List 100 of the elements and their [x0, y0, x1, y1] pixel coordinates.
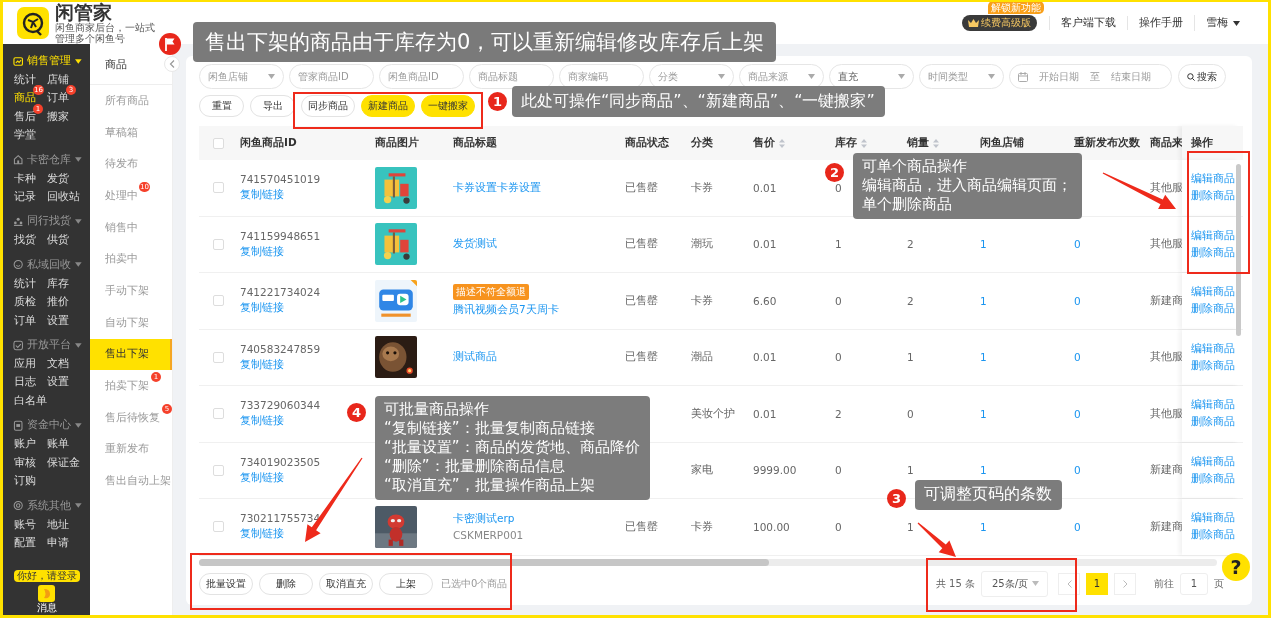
menu-item[interactable]: 订单 [47, 88, 69, 107]
republish-count-link[interactable]: 0 [1074, 238, 1081, 251]
menu-item[interactable]: 白名单 [14, 390, 47, 410]
shop-count-link[interactable]: 1 [980, 464, 987, 477]
checkbox[interactable] [213, 521, 224, 533]
menu-item[interactable]: 售后 [14, 106, 36, 126]
menu-item[interactable]: 记录 [14, 187, 36, 206]
row-action-link[interactable]: 编辑商品 [1191, 228, 1235, 243]
checkbox[interactable] [213, 464, 224, 476]
republish-count-link[interactable]: 0 [1074, 407, 1081, 420]
dropdown[interactable]: 闲鱼店铺 [199, 64, 284, 89]
row-action-link[interactable]: 删除商品 [1191, 189, 1235, 204]
scrollbar[interactable] [1236, 164, 1241, 336]
dropdown[interactable]: 时间类型 [919, 64, 1004, 89]
menu-section[interactable]: 开放平台 [3, 336, 90, 355]
product-title-link[interactable]: 卡券设置卡券设置 [453, 180, 541, 195]
menu-item[interactable]: 申请 [47, 532, 69, 552]
row-action-link[interactable]: 删除商品 [1191, 245, 1235, 260]
menu-item[interactable]: 账号 [14, 514, 36, 533]
collapse-button[interactable] [164, 56, 180, 72]
menu-item[interactable]: 订购 [14, 471, 36, 490]
product-title-link[interactable]: 发货测试 [453, 237, 497, 252]
page-button[interactable]: 1 [1086, 572, 1108, 595]
republish-count-link[interactable]: 0 [1074, 294, 1081, 307]
message-label[interactable]: 消息 [36, 602, 57, 613]
menu-item[interactable]: 地址 [47, 514, 69, 533]
menu-section[interactable]: 私域回收 [3, 255, 90, 274]
checkbox[interactable] [213, 182, 224, 194]
menu-item[interactable]: 质检 [14, 292, 36, 311]
menu-section[interactable]: 资金中心 [3, 416, 90, 435]
row-action-link[interactable]: 删除商品 [1191, 358, 1235, 373]
checkbox[interactable] [213, 408, 224, 420]
menu-item[interactable]: 库存 [47, 273, 69, 293]
upgrade-button[interactable]: 续费高级版 [962, 15, 1037, 31]
batch-button[interactable]: 删除 [259, 572, 313, 595]
menu-item[interactable]: 日志 [14, 372, 36, 391]
menu-item[interactable]: 搬家 [47, 106, 69, 126]
column-header[interactable]: 库存 [835, 136, 867, 150]
row-action-link[interactable]: 删除商品 [1191, 302, 1235, 317]
prev-page-button[interactable] [1058, 572, 1080, 595]
subnav-item[interactable]: 草稿箱 [90, 116, 172, 149]
menu-item[interactable]: 卡种 [14, 168, 36, 188]
menu-item[interactable]: 商品 [14, 88, 36, 107]
action-button[interactable]: 一键搬家 [421, 95, 475, 117]
row-action-link[interactable]: 编辑商品 [1191, 511, 1235, 526]
menu-item[interactable]: 账户 [14, 434, 36, 453]
action-button[interactable]: 同步商品 [301, 95, 355, 117]
subnav-item[interactable]: 所有商品 [90, 85, 172, 117]
date-range-field[interactable]: 开始日期 至 结束日期 [1009, 64, 1172, 89]
checkbox[interactable] [213, 238, 224, 250]
menu-item[interactable]: 设置 [47, 310, 69, 330]
copy-link[interactable]: 复制链接 [240, 527, 284, 542]
menu-item[interactable]: 订单 [14, 310, 36, 330]
subnav-item[interactable]: 拍卖中 [90, 243, 172, 276]
menu-item[interactable]: 审核 [14, 452, 36, 472]
text-field[interactable]: 管家商品ID [289, 64, 374, 89]
product-title-link[interactable]: 卡密测试erp [453, 512, 515, 527]
checkbox[interactable] [213, 351, 224, 363]
action-button[interactable]: 新建商品 [361, 95, 415, 117]
subnav-item[interactable]: 待发布 [90, 148, 172, 181]
search-button[interactable]: 搜索 [1178, 64, 1226, 89]
user-menu[interactable]: 雪梅 [1194, 15, 1246, 31]
menu-item[interactable]: 账单 [47, 434, 69, 453]
header-link[interactable]: 操作手册 [1127, 16, 1194, 30]
menu-item[interactable]: 找货 [14, 230, 36, 249]
row-action-link[interactable]: 删除商品 [1191, 415, 1235, 430]
row-action-link[interactable]: 删除商品 [1191, 528, 1235, 543]
menu-item[interactable]: 文档 [47, 354, 69, 373]
action-button[interactable]: 重置 [199, 95, 244, 117]
subnav-item[interactable]: 重新发布 [90, 433, 172, 466]
subnav-item[interactable]: 自动下架 [90, 306, 172, 339]
row-action-link[interactable]: 编辑商品 [1191, 341, 1235, 356]
column-header[interactable]: 销量 [907, 136, 939, 150]
subnav-item[interactable]: 售出自动上架 [90, 465, 172, 497]
shop-count-link[interactable]: 1 [980, 407, 987, 420]
scrollbar[interactable] [199, 558, 769, 566]
header-link[interactable]: 客户端下载 [1049, 16, 1127, 30]
republish-count-link[interactable]: 0 [1074, 351, 1081, 364]
batch-button[interactable]: 批量设置 [199, 572, 253, 595]
menu-item[interactable]: 回收站 [47, 187, 80, 206]
dropdown[interactable]: 直充 [829, 64, 914, 89]
menu-item[interactable]: 统计 [14, 273, 36, 293]
subnav-item[interactable]: 销售中 [90, 211, 172, 244]
copy-link[interactable]: 复制链接 [240, 470, 284, 485]
product-title-link[interactable]: 腾讯视频会员7天周卡 [453, 303, 559, 318]
product-title-link[interactable]: 测试商品 [453, 350, 497, 365]
row-action-link[interactable]: 删除商品 [1191, 471, 1235, 486]
column-header[interactable]: 售价 [753, 136, 785, 150]
menu-item[interactable]: 推价 [47, 292, 69, 311]
next-page-button[interactable] [1114, 572, 1136, 595]
page-size-dropdown[interactable]: 25条/页 [981, 570, 1048, 597]
menu-item[interactable]: 店铺 [47, 70, 69, 89]
menu-section[interactable]: 同行找货 [3, 212, 90, 231]
menu-section[interactable]: 销售管理 [3, 52, 90, 70]
subnav-item[interactable]: 手动下架 [90, 275, 172, 307]
row-action-link[interactable]: 编辑商品 [1191, 398, 1235, 413]
republish-count-link[interactable]: 0 [1074, 520, 1081, 533]
menu-item[interactable]: 统计 [14, 70, 36, 89]
menu-item[interactable]: 保证金 [47, 452, 80, 472]
shop-count-link[interactable]: 1 [980, 351, 987, 364]
